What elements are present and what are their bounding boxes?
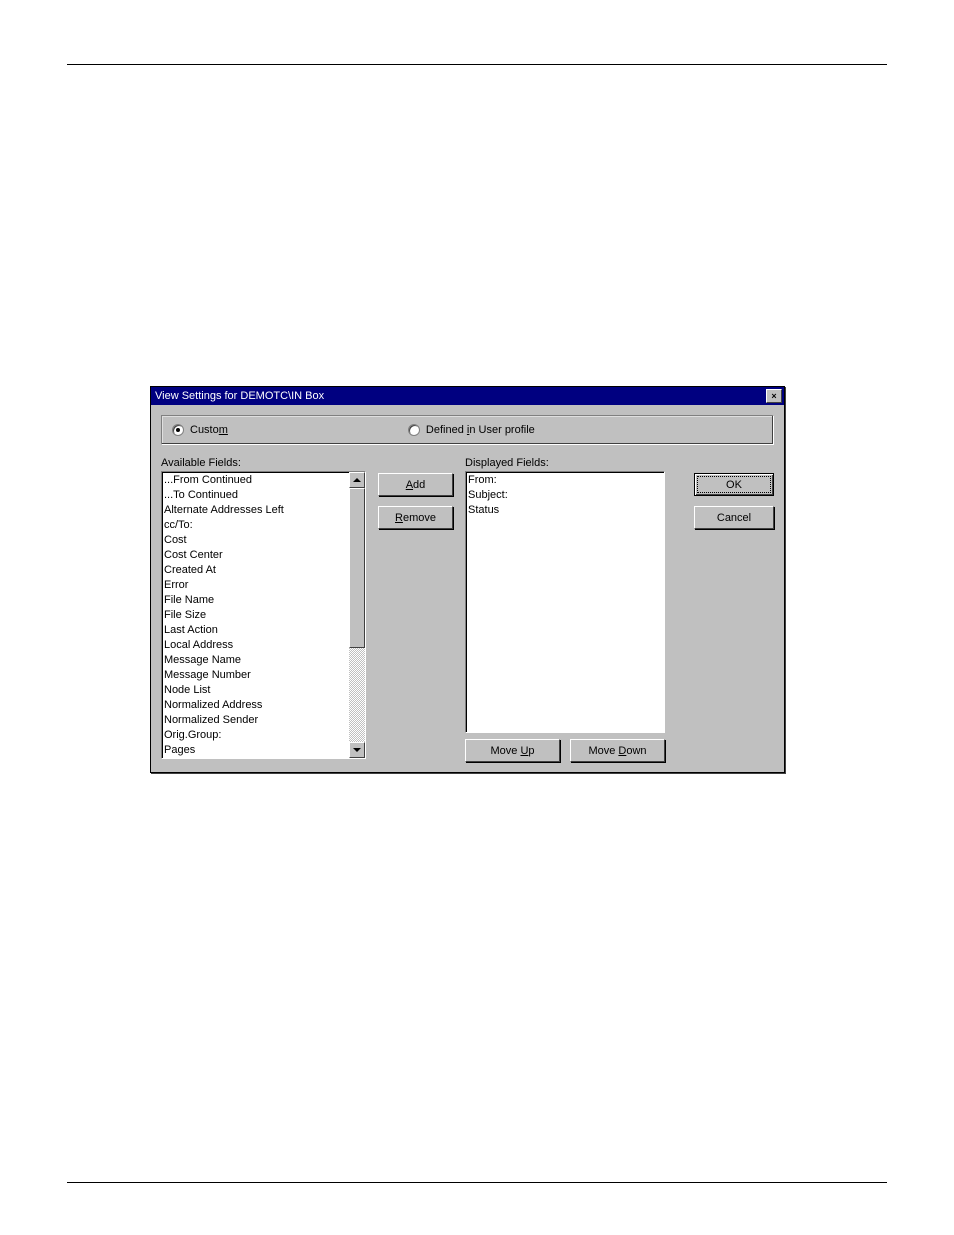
list-item[interactable]: Created At (164, 563, 363, 578)
scroll-track[interactable] (349, 488, 365, 742)
displayed-fields-listbox[interactable]: From:Subject:Status (465, 471, 665, 733)
radio-custom[interactable]: Custom (172, 424, 228, 436)
displayed-fields-label: Displayed Fields: (465, 457, 665, 469)
move-up-button[interactable]: Move Up (465, 739, 560, 762)
available-scrollbar[interactable] (349, 472, 365, 758)
list-item[interactable]: cc/To: (164, 518, 363, 533)
move-down-button[interactable]: Move Down (570, 739, 665, 762)
horizontal-rule-bottom (67, 1182, 887, 1183)
available-fields-listbox[interactable]: ...From Continued...To ContinuedAlternat… (161, 471, 366, 759)
list-item[interactable]: ...From Continued (164, 473, 363, 488)
list-item[interactable]: Alternate Addresses Left (164, 503, 363, 518)
close-button[interactable]: × (766, 389, 782, 403)
close-icon: × (771, 391, 776, 401)
cancel-button[interactable]: Cancel (694, 506, 774, 529)
scroll-up-button[interactable] (349, 472, 365, 488)
displayed-column: Displayed Fields: From:Subject:Status Mo… (465, 457, 665, 762)
list-item[interactable]: Last Action (164, 623, 363, 638)
dialog-title: View Settings for DEMOTC\IN Box (155, 390, 324, 402)
horizontal-rule-top (67, 64, 887, 65)
add-button[interactable]: Add (378, 473, 453, 496)
list-item[interactable]: File Size (164, 608, 363, 623)
available-column: Available Fields: ...From Continued...To… (161, 457, 366, 762)
list-item[interactable]: File Name (164, 593, 363, 608)
list-item[interactable]: ...To Continued (164, 488, 363, 503)
titlebar: View Settings for DEMOTC\IN Box × (151, 387, 784, 405)
list-item[interactable]: Cost (164, 533, 363, 548)
radio-profile-indicator (408, 424, 420, 436)
list-item[interactable]: Normalized Sender (164, 713, 363, 728)
move-buttons-row: Move Up Move Down (465, 739, 665, 762)
radio-custom-indicator (172, 424, 184, 436)
list-item[interactable]: Local Address (164, 638, 363, 653)
available-fields-label: Available Fields: (161, 457, 366, 469)
list-item[interactable]: Orig.Group: (164, 728, 363, 743)
view-mode-radio-group: Custom Defined in User profile (161, 415, 774, 445)
list-item[interactable]: Error (164, 578, 363, 593)
list-item[interactable]: Message Name (164, 653, 363, 668)
radio-defined-in-profile[interactable]: Defined in User profile (408, 424, 535, 436)
list-item[interactable]: Cost Center (164, 548, 363, 563)
radio-profile-label: Defined in User profile (426, 424, 535, 436)
view-settings-dialog: View Settings for DEMOTC\IN Box × Custom… (150, 386, 785, 773)
list-item[interactable]: From: (468, 473, 662, 488)
list-item[interactable]: Pages (164, 743, 363, 758)
list-item[interactable]: Status (468, 503, 662, 518)
right-button-column: OK Cancel (694, 457, 774, 762)
list-item[interactable]: Subject: (468, 488, 662, 503)
ok-button[interactable]: OK (694, 473, 774, 496)
remove-button[interactable]: Remove (378, 506, 453, 529)
dialog-body: Custom Defined in User profile Available… (151, 405, 784, 772)
scroll-down-button[interactable] (349, 742, 365, 758)
arrow-up-icon (353, 478, 361, 482)
radio-custom-label: Custom (190, 424, 228, 436)
list-item[interactable]: Normalized Address (164, 698, 363, 713)
middle-button-column: Add Remove (378, 457, 453, 762)
list-item[interactable]: Node List (164, 683, 363, 698)
arrow-down-icon (353, 748, 361, 752)
fields-row: Available Fields: ...From Continued...To… (161, 457, 774, 762)
scroll-thumb[interactable] (349, 488, 365, 648)
list-item[interactable]: Message Number (164, 668, 363, 683)
